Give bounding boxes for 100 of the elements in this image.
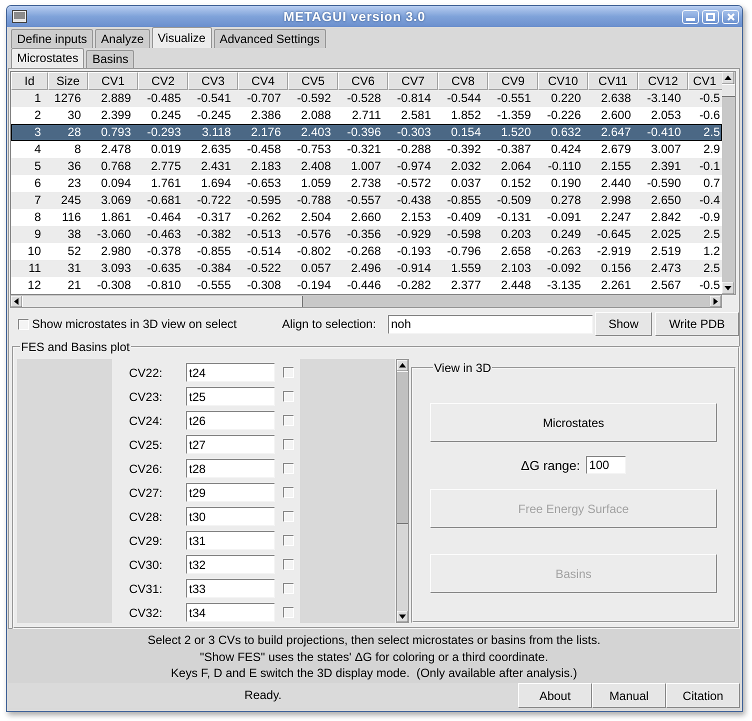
column-header[interactable]: CV6 <box>338 72 388 90</box>
table-cell-text: 2.638 <box>600 90 632 107</box>
checkbox[interactable] <box>283 463 294 474</box>
column-header[interactable]: CV9 <box>488 72 538 90</box>
cv-field[interactable]: t33 <box>186 579 275 598</box>
cv-label: CV22: <box>128 366 164 380</box>
table-cell-text: -0.551 <box>496 90 532 107</box>
write-pdb-button[interactable]: Write PDB <box>655 312 739 336</box>
checkbox[interactable] <box>283 607 294 618</box>
close-button[interactable] <box>722 10 739 24</box>
column-header[interactable]: CV1 <box>688 72 722 90</box>
table-cell-text: -0.681 <box>146 192 182 209</box>
tab[interactable]: Define inputs <box>11 29 94 48</box>
footer-button[interactable]: About <box>518 683 592 708</box>
column-header[interactable]: CV2 <box>138 72 188 90</box>
column-header[interactable]: CV7 <box>388 72 438 90</box>
checkbox[interactable] <box>18 318 29 330</box>
table-cell-text: -0.855 <box>196 243 232 260</box>
table-cell-text: 2.647 <box>600 124 632 141</box>
tab[interactable]: Basins <box>86 50 134 68</box>
table-cell-text: -0.528 <box>346 90 382 107</box>
table-row[interactable]: 11 31 3.093 -0.635 -0.384 -0.522 0.057 2.496 -0.914 1.559 2.103 -0.092 0.156 2.473 2.5 <box>11 260 722 277</box>
table-cell-text: -0.509 <box>496 192 532 209</box>
right-arrow-icon[interactable] <box>710 296 721 306</box>
minimize-button[interactable] <box>682 10 699 24</box>
checkbox[interactable] <box>283 487 294 498</box>
checkbox[interactable] <box>283 583 294 594</box>
table-cell-text: 2.176 <box>250 124 282 141</box>
up-arrow-icon[interactable] <box>397 360 408 371</box>
up-arrow-icon[interactable] <box>722 72 734 84</box>
checkbox[interactable] <box>283 391 294 402</box>
column-header[interactable]: CV8 <box>438 72 488 90</box>
cv-field[interactable]: t29 <box>186 483 275 502</box>
column-header[interactable]: CV1 <box>88 72 138 90</box>
maximize-button[interactable] <box>702 10 719 24</box>
table-cell-text: -0.409 <box>446 209 482 226</box>
column-header[interactable]: Id <box>11 72 48 90</box>
column-header[interactable]: Size <box>48 72 88 90</box>
down-arrow-icon[interactable] <box>722 282 734 294</box>
column-header[interactable]: CV11 <box>588 72 638 90</box>
table-row[interactable]: 5 36 0.768 2.775 2.431 2.183 2.408 1.007 -0.974 2.032 2.064 -0.110 2.155 2.391 -0.1 <box>11 158 722 175</box>
table-row[interactable]: 9 38 -3.060 -0.463 -0.382 -0.513 -0.576 -0.356 -0.929 -0.598 0.203 0.249 -0.645 2.025 2.5 <box>11 226 722 243</box>
column-header[interactable]: CV10 <box>538 72 588 90</box>
vertical-scrollbar[interactable] <box>722 71 736 295</box>
view-button[interactable]: Microstates <box>430 403 717 442</box>
tab[interactable]: Advanced Settings <box>214 29 326 48</box>
cv-field[interactable]: t28 <box>186 459 275 478</box>
cv-label: CV31: <box>128 582 164 596</box>
table-cell-text: -0.110 <box>546 158 582 175</box>
horizontal-scrollbar[interactable] <box>10 295 722 308</box>
table-cell-text: 2.650 <box>650 192 682 209</box>
table-cell-text: 2.064 <box>500 158 532 175</box>
table-cell-text: 2.679 <box>600 141 632 158</box>
table-cell-text: -0.557 <box>346 192 382 209</box>
checkbox-label[interactable]: Show microstates in 3D view on select <box>32 317 237 331</box>
column-header[interactable]: CV4 <box>238 72 288 90</box>
table-cell-text: -0.226 <box>546 107 582 124</box>
minimize-icon <box>686 18 695 21</box>
checkbox[interactable] <box>283 559 294 570</box>
cv-field[interactable]: t27 <box>186 435 275 454</box>
tab[interactable]: Visualize <box>152 27 212 48</box>
cv-field[interactable]: t30 <box>186 507 275 526</box>
table-cell-text: 3.118 <box>200 124 232 141</box>
show-button[interactable]: Show <box>595 312 652 336</box>
table-row[interactable]: 3 28 0.793 -0.293 3.118 2.176 2.403 -0.396 -0.303 0.154 1.520 0.632 2.647 -0.410 2.5 <box>11 124 722 141</box>
cv-field[interactable]: t32 <box>186 555 275 574</box>
checkbox[interactable] <box>283 511 294 522</box>
cv-field[interactable]: t34 <box>186 603 275 622</box>
cv-field[interactable]: t24 <box>186 363 275 382</box>
column-header[interactable]: CV5 <box>288 72 338 90</box>
left-arrow-icon[interactable] <box>11 296 22 306</box>
checkbox[interactable] <box>283 367 294 378</box>
down-arrow-icon[interactable] <box>397 611 408 622</box>
table-row[interactable]: 1 1276 2.889 -0.485 -0.541 -0.707 -0.592 -0.528 -0.814 -0.544 -0.551 0.220 2.638 -3.140 -0.5 <box>11 90 722 107</box>
table-cell-text: 2.399 <box>100 107 132 124</box>
scrollbar-thumb[interactable] <box>22 296 303 306</box>
table-cell-text: 2.448 <box>500 277 532 294</box>
table-cell-text: -0.802 <box>296 243 332 260</box>
checkbox[interactable] <box>283 439 294 450</box>
cv-field[interactable]: t25 <box>186 387 275 406</box>
column-header[interactable]: CV3 <box>188 72 238 90</box>
range-field[interactable]: 100 <box>586 456 626 474</box>
cv-field[interactable]: t26 <box>186 411 275 430</box>
footer-button[interactable]: Citation <box>666 683 740 708</box>
table-cell-text: 0.278 <box>550 192 582 209</box>
table-cell-text: 36 <box>66 158 82 175</box>
table-row[interactable]: 7 245 3.069 -0.681 -0.722 -0.595 -0.788 -0.557 -0.438 -0.855 -0.509 0.278 2.998 2.650 -0.4 <box>11 192 722 209</box>
tab[interactable]: Analyze <box>95 29 150 48</box>
checkbox[interactable] <box>283 535 294 546</box>
cv-field[interactable]: t31 <box>186 531 275 550</box>
footer-button[interactable]: Manual <box>592 683 666 708</box>
table-cell-text: -0.753 <box>296 141 332 158</box>
align-selection-field[interactable]: noh <box>388 314 593 334</box>
column-header[interactable]: CV12 <box>638 72 688 90</box>
tab[interactable]: Microstates <box>11 48 84 68</box>
table-cell-text: 2.391 <box>650 158 682 175</box>
checkbox[interactable] <box>283 415 294 426</box>
vertical-scrollbar[interactable] <box>396 359 409 623</box>
table-cell-text: -0.572 <box>396 175 432 192</box>
table-cell-text: 2.261 <box>600 277 632 294</box>
